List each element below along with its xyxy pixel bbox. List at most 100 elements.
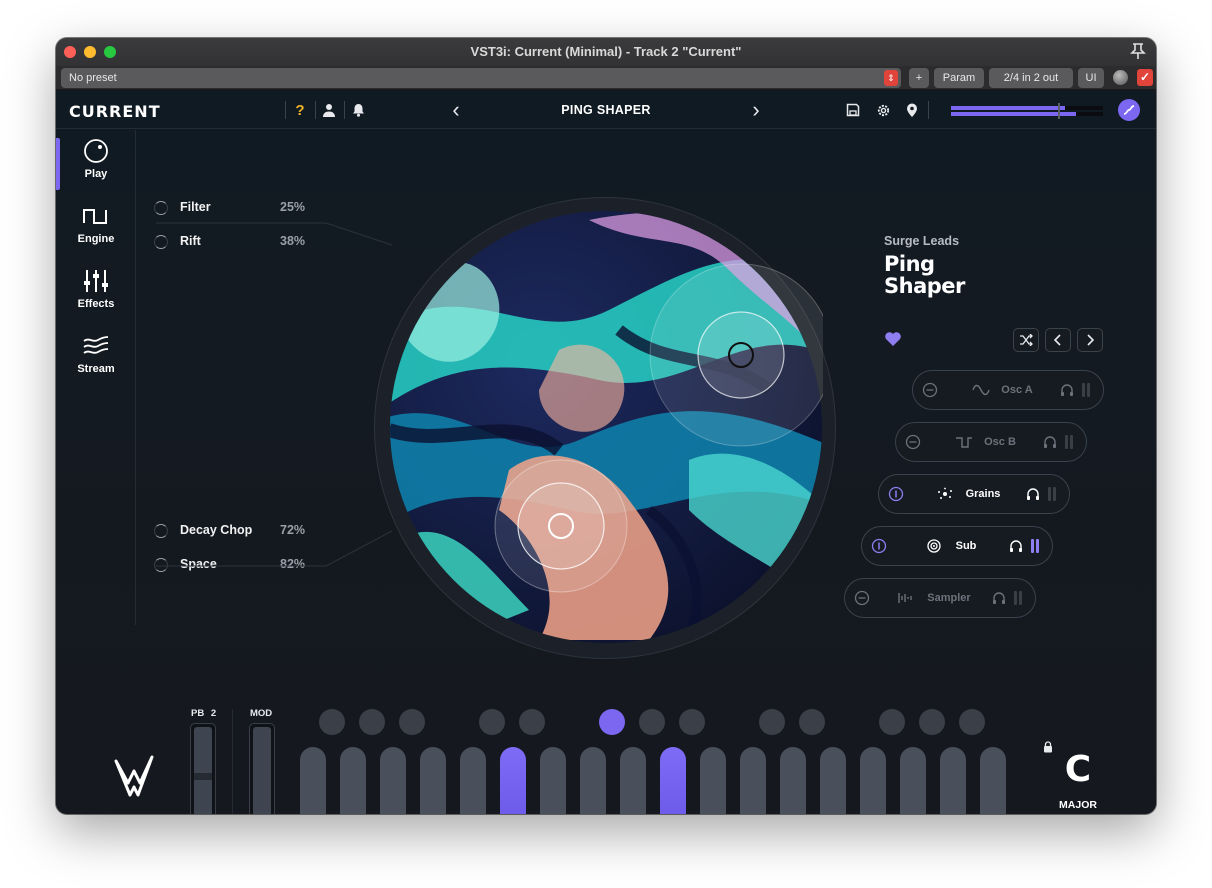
black-key[interactable] bbox=[879, 709, 905, 735]
white-key[interactable] bbox=[860, 747, 886, 814]
add-button[interactable]: + bbox=[909, 68, 929, 88]
black-key[interactable] bbox=[799, 709, 825, 735]
save-icon[interactable] bbox=[843, 100, 863, 120]
layer-sub[interactable]: Sub bbox=[861, 526, 1053, 566]
param-button[interactable]: Param bbox=[934, 68, 984, 88]
xy-pad[interactable] bbox=[389, 210, 823, 644]
sidebar: Play Engine Effects Stream bbox=[56, 130, 136, 625]
patch-name-line: Shaper bbox=[884, 274, 965, 298]
sidebar-item-stream[interactable]: Stream bbox=[56, 325, 136, 387]
black-key[interactable] bbox=[319, 709, 345, 735]
help-icon[interactable]: ? bbox=[290, 100, 310, 120]
layer-sampler[interactable]: Sampler bbox=[844, 578, 1036, 618]
mod-wheel[interactable] bbox=[249, 723, 275, 814]
patch-category: Surge Leads bbox=[884, 234, 960, 248]
io-button[interactable]: 2/4 in 2 out bbox=[989, 68, 1073, 88]
layer-level-icon[interactable] bbox=[1065, 435, 1075, 449]
layer-level-icon[interactable] bbox=[1014, 591, 1024, 605]
xy-handle-a[interactable] bbox=[649, 263, 823, 447]
black-key[interactable] bbox=[679, 709, 705, 735]
black-key[interactable] bbox=[639, 709, 665, 735]
pitch-bend-handle[interactable] bbox=[194, 773, 212, 780]
white-key-active[interactable] bbox=[660, 747, 686, 814]
headphones-icon[interactable] bbox=[1009, 539, 1023, 553]
curve-icon bbox=[1123, 105, 1135, 115]
preset-dropdown[interactable]: No preset ⇕ bbox=[61, 68, 901, 88]
scale-type[interactable]: MAJOR bbox=[1046, 799, 1110, 811]
black-key[interactable] bbox=[959, 709, 985, 735]
black-key[interactable] bbox=[359, 709, 385, 735]
black-key[interactable] bbox=[399, 709, 425, 735]
headphones-icon[interactable] bbox=[1060, 383, 1074, 397]
pb-label-text: PB bbox=[191, 708, 205, 719]
curve-button[interactable] bbox=[1118, 99, 1140, 121]
pin-icon[interactable] bbox=[1130, 42, 1146, 60]
preset-stepper-icon[interactable]: ⇕ bbox=[884, 70, 898, 86]
layer-name: Grains bbox=[965, 488, 1001, 500]
wet-knob-icon[interactable] bbox=[1113, 70, 1128, 85]
white-key[interactable] bbox=[940, 747, 966, 814]
layer-name: Osc B bbox=[984, 436, 1016, 448]
meter-fill-top bbox=[951, 106, 1065, 110]
shuffle-icon bbox=[1020, 334, 1033, 346]
xy-handle-b[interactable] bbox=[494, 459, 628, 593]
white-key[interactable] bbox=[300, 747, 326, 814]
layer-level-icon[interactable] bbox=[1082, 383, 1092, 397]
pitch-bend-wheel[interactable] bbox=[190, 723, 216, 814]
bell-icon[interactable] bbox=[348, 100, 368, 120]
user-icon[interactable] bbox=[319, 100, 339, 120]
white-key[interactable] bbox=[340, 747, 366, 814]
white-key[interactable] bbox=[420, 747, 446, 814]
prev-preset-icon[interactable]: ‹ bbox=[446, 97, 466, 122]
next-patch-button[interactable] bbox=[1077, 328, 1103, 352]
white-key[interactable] bbox=[780, 747, 806, 814]
preset-title[interactable]: PING SHAPER bbox=[476, 103, 736, 117]
sidebar-item-effects[interactable]: Effects bbox=[56, 260, 136, 322]
headphones-icon[interactable] bbox=[1043, 435, 1057, 449]
layer-osc-a[interactable]: Osc A bbox=[912, 370, 1104, 410]
sidebar-item-engine[interactable]: Engine bbox=[56, 195, 136, 257]
headphones-icon[interactable] bbox=[992, 591, 1006, 605]
layer-grains[interactable]: Grains bbox=[878, 474, 1070, 514]
heart-icon[interactable] bbox=[884, 331, 902, 347]
white-key-active[interactable] bbox=[500, 747, 526, 814]
prev-patch-button[interactable] bbox=[1045, 328, 1071, 352]
white-key[interactable] bbox=[700, 747, 726, 814]
shuffle-button[interactable] bbox=[1013, 328, 1039, 352]
layer-level-icon[interactable] bbox=[1048, 487, 1058, 501]
layer-level-icon[interactable] bbox=[1031, 539, 1041, 553]
scale-root[interactable]: C bbox=[1056, 749, 1100, 790]
brand-logo-icon bbox=[114, 755, 154, 797]
white-key[interactable] bbox=[900, 747, 926, 814]
output-meter[interactable] bbox=[951, 103, 1103, 119]
black-key[interactable] bbox=[519, 709, 545, 735]
white-key-c3[interactable]: C3 bbox=[460, 747, 486, 814]
white-key[interactable] bbox=[540, 747, 566, 814]
white-key[interactable] bbox=[980, 747, 1006, 814]
lock-icon[interactable] bbox=[1043, 741, 1053, 753]
headphones-icon[interactable] bbox=[1026, 487, 1040, 501]
chevron-left-icon bbox=[1054, 334, 1061, 346]
patch-name-line: Ping bbox=[884, 252, 935, 276]
black-key[interactable] bbox=[759, 709, 785, 735]
next-preset-icon[interactable]: › bbox=[746, 97, 766, 122]
layer-osc-b[interactable]: Osc B bbox=[895, 422, 1087, 462]
white-key[interactable] bbox=[620, 747, 646, 814]
keyboard-area: PB 2 MOD C MAJOR bbox=[56, 671, 1156, 814]
bypass-checkbox[interactable]: ✓ bbox=[1137, 69, 1153, 86]
white-key[interactable] bbox=[580, 747, 606, 814]
gear-icon[interactable] bbox=[873, 100, 893, 120]
black-key[interactable] bbox=[479, 709, 505, 735]
ui-button[interactable]: UI bbox=[1078, 68, 1104, 88]
sidebar-item-label: Stream bbox=[77, 363, 115, 375]
meter-volume-handle[interactable] bbox=[1058, 103, 1060, 119]
black-key[interactable] bbox=[919, 709, 945, 735]
white-key[interactable] bbox=[820, 747, 846, 814]
sidebar-item-play[interactable]: Play bbox=[56, 130, 136, 192]
location-pin-icon[interactable] bbox=[902, 100, 922, 120]
white-key-c4[interactable]: C4 bbox=[740, 747, 766, 814]
white-key[interactable] bbox=[380, 747, 406, 814]
black-key-active[interactable] bbox=[599, 709, 625, 735]
pb-range[interactable]: 2 bbox=[211, 708, 216, 719]
layer-name: Sampler bbox=[927, 592, 971, 604]
